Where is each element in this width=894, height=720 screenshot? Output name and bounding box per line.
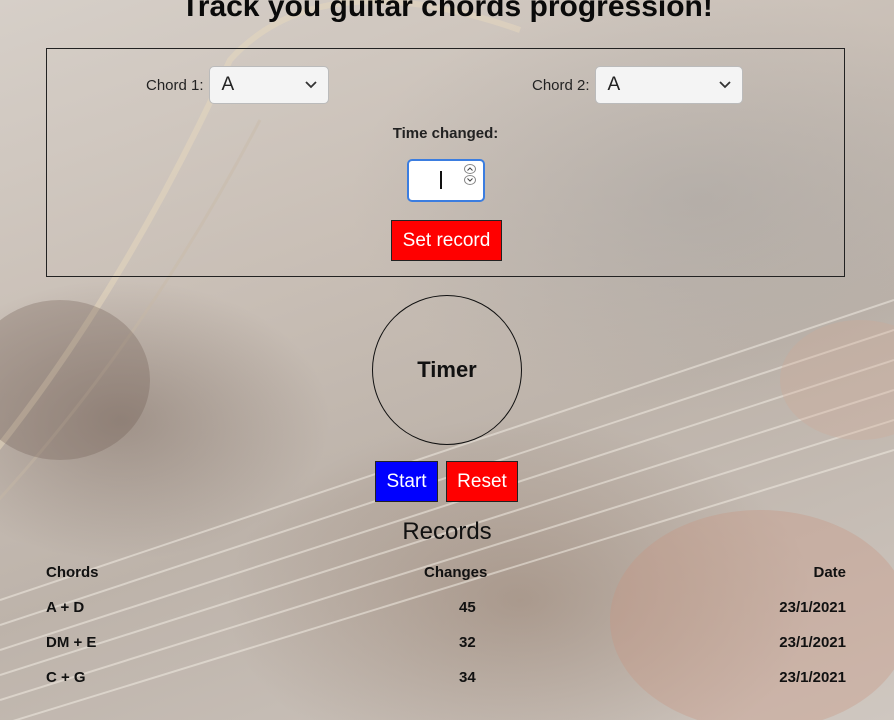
- chord1-value: A: [221, 74, 235, 95]
- chord2-field: Chord 2: A: [532, 66, 743, 104]
- page-title: Track you guitar chords progression!: [181, 0, 713, 23]
- number-spinner: [464, 164, 476, 186]
- app: Track you guitar chords progression! Cho…: [0, 0, 894, 720]
- start-button[interactable]: Start: [375, 461, 438, 502]
- records-heading: Records: [402, 518, 492, 545]
- cell-changes: 45: [459, 599, 476, 616]
- column-header-date: Date: [813, 564, 846, 581]
- chord2-label: Chord 2:: [532, 76, 590, 94]
- cell-changes: 34: [459, 669, 476, 686]
- cell-changes: 32: [459, 634, 476, 651]
- set-record-button[interactable]: Set record: [391, 220, 502, 261]
- spin-down-button[interactable]: [464, 175, 476, 185]
- chevron-down-icon: [718, 78, 732, 92]
- cell-chords: A + D: [46, 599, 85, 616]
- chord1-label: Chord 1:: [146, 76, 204, 94]
- timer-display: Timer: [372, 295, 522, 445]
- records-table: Chords Changes Date A + D 45 23/1/2021 D…: [46, 562, 846, 702]
- table-row: DM + E 32 23/1/2021: [46, 632, 846, 667]
- chevron-down-icon: [467, 178, 473, 182]
- cell-chords: C + G: [46, 669, 86, 686]
- column-header-changes: Changes: [424, 564, 488, 581]
- timer-label: Timer: [417, 357, 477, 382]
- time-changed-label: Time changed:: [392, 125, 499, 142]
- table-row: C + G 34 23/1/2021: [46, 667, 846, 702]
- cell-chords: DM + E: [46, 634, 97, 651]
- chord1-select[interactable]: A: [208, 66, 329, 104]
- spin-up-button[interactable]: [464, 164, 476, 174]
- text-caret: [440, 171, 442, 189]
- reset-button[interactable]: Reset: [446, 461, 518, 502]
- chord1-field: Chord 1: A: [146, 66, 329, 104]
- chevron-up-icon: [467, 167, 473, 171]
- cell-date: 23/1/2021: [779, 634, 846, 651]
- time-changed-input[interactable]: [407, 159, 485, 202]
- table-row: A + D 45 23/1/2021: [46, 597, 846, 632]
- table-header-row: Chords Changes Date: [46, 562, 846, 597]
- cell-date: 23/1/2021: [779, 599, 846, 616]
- record-form: Chord 1: A Chord 2: A Time changed: Set …: [46, 48, 845, 277]
- column-header-chords: Chords: [46, 564, 99, 581]
- chevron-down-icon: [304, 78, 318, 92]
- cell-date: 23/1/2021: [779, 669, 846, 686]
- chord2-select[interactable]: A: [594, 66, 743, 104]
- chord2-value: A: [607, 74, 621, 95]
